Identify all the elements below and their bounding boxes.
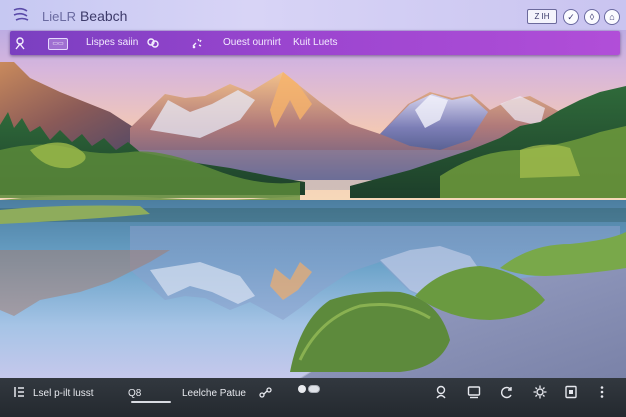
person-pin-icon[interactable]	[13, 36, 27, 50]
active-tab-indicator	[131, 401, 171, 403]
toggle-pill	[308, 385, 320, 393]
link-icon[interactable]	[146, 36, 160, 50]
sparkle-icon[interactable]	[190, 36, 204, 50]
toggle-icon[interactable]	[298, 384, 321, 394]
app-title-name: Beabch	[79, 8, 128, 24]
nav-bar: ▭▭ Lispes saiin Ouest ournirt Kuit Luets	[10, 31, 620, 55]
share-icon[interactable]	[258, 384, 274, 400]
home-icon[interactable]: ⌂	[604, 9, 620, 25]
bottom-center-label[interactable]: Leelche Patue	[182, 386, 246, 402]
user-icon[interactable]	[433, 384, 449, 400]
display-icon[interactable]	[466, 384, 482, 400]
refresh-icon[interactable]	[499, 384, 515, 400]
window-mode-button[interactable]: Z IH	[527, 9, 557, 24]
menu-icon[interactable]	[11, 384, 27, 400]
app-title-prefix: LieLR	[42, 9, 76, 24]
check-icon[interactable]: ✓	[563, 9, 579, 25]
settings-icon[interactable]	[532, 384, 548, 400]
app-title: LieLR Beabch	[42, 8, 127, 24]
more-icon[interactable]	[594, 384, 610, 400]
logo-icon[interactable]	[12, 7, 30, 23]
nav-item-ouest-ournirt[interactable]: Ouest ournirt	[223, 31, 281, 55]
nav-item-kuit-luets[interactable]: Kuit Luets	[293, 31, 337, 55]
search-icon[interactable]: Q8	[128, 386, 141, 402]
bottom-left-label[interactable]: Lsel p-ilt lusst	[33, 386, 94, 402]
drop-icon[interactable]: ◊	[584, 9, 600, 25]
panel-icon[interactable]	[563, 384, 579, 400]
toggle-dot	[298, 385, 306, 393]
wallpaper-landscape	[0, 0, 626, 380]
nav-item-lispes-saiin[interactable]: Lispes saiin	[86, 31, 138, 55]
title-bar: LieLR Beabch Z IH ✓ ◊ ⌂	[0, 0, 626, 30]
nav-chip[interactable]: ▭▭	[48, 38, 68, 50]
